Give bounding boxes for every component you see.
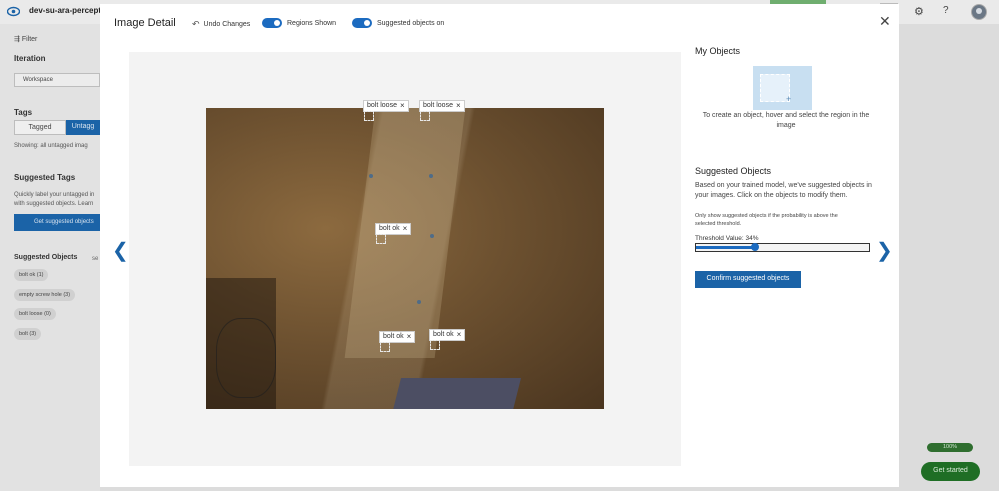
note-line: selected threshold. [695, 221, 742, 227]
progress-badge: 100% [927, 443, 973, 452]
eye-icon [7, 6, 20, 17]
toggle-switch[interactable] [352, 18, 372, 28]
suggested-objects-toggle[interactable]: Suggested objects on [352, 18, 444, 28]
undo-icon: ↶ [192, 19, 200, 29]
filter-icon: ⇶ [14, 36, 22, 43]
image-content [429, 174, 433, 178]
object-pill[interactable]: bolt (3) [14, 328, 42, 340]
suggested-tags-desc: with suggested objects. Learn [14, 201, 94, 207]
toggle-label: Regions Shown [287, 19, 337, 27]
help-icon[interactable]: ? [943, 5, 949, 16]
remove-region-icon[interactable]: × [456, 102, 461, 110]
tags-heading: Tags [14, 108, 33, 117]
my-objects-hint: To create an object, hover and select th… [701, 111, 871, 131]
object-pill[interactable]: bolt ok (1) [14, 269, 49, 281]
next-image-chevron-icon[interactable]: ❯ [876, 241, 893, 261]
note-line: Only show suggested objects if the proba… [695, 213, 838, 219]
region-label: bolt ok [433, 331, 454, 339]
slider-thumb[interactable] [750, 243, 759, 251]
suggested-objects-desc: Based on your trained model, we've sugge… [695, 181, 875, 201]
image-content [430, 234, 434, 238]
get-suggested-objects-button[interactable]: Get suggested objects [14, 214, 100, 231]
image-canvas[interactable]: bolt loose × bolt loose × bolt ok × bolt ok… [129, 52, 681, 466]
suggested-objects-heading: Suggested Objects [14, 254, 78, 261]
select-region-illustration: + [753, 66, 812, 110]
object-pill[interactable]: bolt loose (0) [14, 308, 56, 320]
region-box[interactable] [364, 111, 374, 121]
region-box[interactable] [420, 111, 430, 121]
object-pill[interactable]: empty screw hole (3) [14, 289, 76, 301]
confirm-suggested-objects-button[interactable]: Confirm suggested objects [695, 271, 801, 288]
gear-icon[interactable]: ⚙ [914, 5, 924, 18]
undo-label: Undo Changes [203, 21, 251, 28]
slider-fill [696, 246, 755, 249]
region-box[interactable] [380, 342, 390, 352]
image-detail-dialog: Image Detail ↶ Undo Changes Regions Show… [100, 4, 899, 487]
close-icon[interactable]: ✕ [879, 14, 891, 28]
suggested-tags-desc: Quickly label your untagged in [14, 192, 95, 198]
image-content [369, 174, 373, 178]
iteration-dropdown[interactable]: Workspace [14, 73, 100, 87]
remove-region-icon[interactable]: × [403, 225, 408, 233]
threshold-label: Threshold Value: 34% [695, 235, 759, 242]
toggle-switch[interactable] [262, 18, 282, 28]
avatar[interactable] [971, 4, 987, 20]
select-link[interactable]: se [92, 256, 98, 262]
hint-line: To create an object, hover and select th… [702, 112, 870, 119]
threshold-slider[interactable] [695, 243, 870, 252]
get-started-button[interactable]: Get started [921, 462, 980, 481]
sidebar: ⇶ Filter Iteration Workspace Tags Tagged… [0, 24, 100, 491]
tab-tagged[interactable]: Tagged [14, 120, 66, 135]
remove-region-icon[interactable]: × [407, 333, 412, 341]
toggle-label: Suggested objects on [377, 19, 445, 27]
desc-line: Based on your trained model, we've sugge… [695, 182, 872, 189]
suggested-objects-heading: Suggested Objects [695, 166, 772, 176]
region-box[interactable] [376, 234, 386, 244]
undo-changes-button[interactable]: ↶ Undo Changes [192, 19, 250, 30]
desc-line: your images. Click on the objects to mod… [695, 192, 848, 199]
previous-image-chevron-icon[interactable]: ❮ [112, 241, 129, 261]
region-label: bolt ok [383, 333, 404, 341]
image-content [216, 318, 276, 398]
suggested-tags-heading: Suggested Tags [14, 173, 76, 182]
region-box[interactable] [430, 340, 440, 350]
image-preview[interactable] [206, 108, 604, 409]
region-label: bolt loose [367, 102, 397, 110]
dialog-title: Image Detail [114, 17, 176, 29]
hint-line: image [776, 122, 796, 129]
region-label: bolt loose [423, 102, 453, 110]
regions-shown-toggle[interactable]: Regions Shown [262, 18, 336, 28]
iteration-heading: Iteration [14, 54, 46, 63]
threshold-note: Only show suggested objects if the proba… [695, 212, 860, 228]
filter-button[interactable]: ⇶ Filter [14, 35, 37, 43]
image-content [417, 300, 421, 304]
showing-text: Showing: all untagged imag [14, 143, 88, 149]
add-icon: + [786, 94, 792, 104]
image-content [391, 378, 521, 409]
my-objects-heading: My Objects [695, 46, 741, 56]
remove-region-icon[interactable]: × [400, 102, 405, 110]
region-label: bolt ok [379, 225, 400, 233]
filter-label: Filter [21, 36, 38, 43]
remove-region-icon[interactable]: × [457, 331, 462, 339]
tab-untagged[interactable]: Untagg [66, 120, 100, 135]
